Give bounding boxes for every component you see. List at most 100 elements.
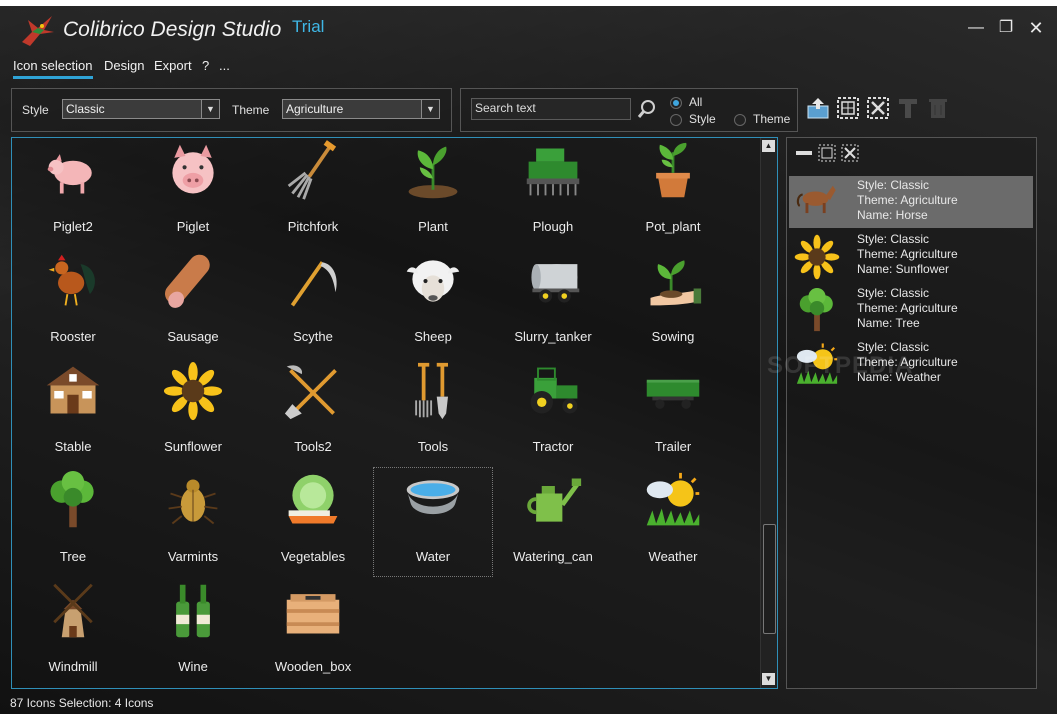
- icon-cell[interactable]: Pot_plant: [614, 138, 732, 246]
- tab-help[interactable]: ?: [202, 58, 209, 73]
- pig-icon: [47, 154, 92, 194]
- icon-cell[interactable]: Scythe: [254, 248, 372, 356]
- icon-cell[interactable]: Windmill: [14, 578, 132, 686]
- plough-icon: [526, 148, 580, 196]
- icon-cell-label: Plough: [532, 219, 574, 234]
- sunflower-icon: [794, 234, 840, 280]
- icon-cell[interactable]: Tractor: [494, 358, 612, 466]
- icon-cell[interactable]: Tools: [374, 358, 492, 466]
- selection-theme: Theme: Agriculture: [857, 247, 958, 261]
- sheep-icon: [406, 260, 460, 302]
- icon-cell[interactable]: Watering_can: [494, 468, 612, 576]
- icon-cell[interactable]: Sheep: [374, 248, 492, 356]
- icon-cell-label: Rooster: [50, 329, 96, 344]
- tab-more[interactable]: ...: [219, 58, 230, 73]
- scope-style-radio[interactable]: [670, 114, 682, 126]
- collapse-icon[interactable]: [795, 144, 813, 162]
- status-bar: 87 Icons Selection: 4 Icons: [10, 696, 154, 710]
- icon-cell-label: Weather: [648, 549, 698, 564]
- icon-cell[interactable]: Wine: [134, 578, 252, 686]
- sunflower-icon: [163, 361, 223, 421]
- scope-theme-radio[interactable]: [734, 114, 746, 126]
- stable-icon: [46, 366, 100, 414]
- icon-cell-label: Varmints: [167, 549, 219, 564]
- windmill-icon: [53, 583, 93, 638]
- icon-cell[interactable]: Varmints: [134, 468, 252, 576]
- icon-cell[interactable]: Water: [373, 467, 493, 577]
- tab-icon-selection[interactable]: Icon selection: [13, 58, 93, 79]
- icon-cell[interactable]: Tools2: [254, 358, 372, 466]
- icon-cell[interactable]: Pitchfork: [254, 138, 372, 246]
- icon-cell[interactable]: Plough: [494, 138, 612, 246]
- icon-cell[interactable]: Stable: [14, 358, 132, 466]
- icon-cell[interactable]: Wooden_box: [254, 578, 372, 686]
- style-select-value: Classic: [66, 102, 105, 116]
- icon-cell-label: Vegetables: [280, 549, 346, 564]
- app-window: Colibrico Design Studio Trial — ❐ ✕ Icon…: [0, 6, 1057, 714]
- theme-select[interactable]: Agriculture ▼: [282, 99, 440, 119]
- icon-cell-label: Tools: [417, 439, 449, 454]
- icon-cell-label: Watering_can: [513, 549, 593, 564]
- icon-cell-label: Scythe: [293, 329, 333, 344]
- selection-item[interactable]: Style: Classic Theme: Agriculture Name: Ho…: [789, 176, 1033, 228]
- scroll-thumb[interactable]: [763, 524, 776, 634]
- icon-cell[interactable]: Piglet2: [14, 138, 132, 246]
- close-button[interactable]: ✕: [1024, 18, 1048, 38]
- selection-theme: Theme: Agriculture: [857, 301, 958, 315]
- tab-export[interactable]: Export: [154, 58, 192, 73]
- deselect-icon[interactable]: [841, 144, 859, 162]
- restore-button[interactable]: ❐: [994, 18, 1018, 38]
- minimize-button[interactable]: —: [964, 18, 988, 38]
- style-select[interactable]: Classic ▼: [62, 99, 220, 119]
- icon-cell-label: Tree: [59, 549, 87, 564]
- search-input[interactable]: Search text: [471, 98, 631, 120]
- grid-scrollbar[interactable]: ▲ ▼: [760, 138, 777, 688]
- icon-cell-label: Windmill: [48, 659, 98, 674]
- icon-cell-label: Tools2: [294, 439, 332, 454]
- icon-cell-label: Wooden_box: [274, 659, 352, 674]
- select-all-icon[interactable]: [818, 144, 836, 162]
- scroll-up-button[interactable]: ▲: [762, 140, 775, 152]
- icon-grid: Piglet2 Piglet Pitchfork Plant Plough Pot_pla…: [11, 137, 778, 689]
- trailer-icon: [646, 379, 700, 409]
- trial-badge: Trial: [292, 17, 325, 36]
- icon-cell[interactable]: Tree: [14, 468, 132, 576]
- icon-cell[interactable]: Sausage: [134, 248, 252, 356]
- icon-cell[interactable]: Slurry_tanker: [494, 248, 612, 356]
- pot-plant-icon: [656, 142, 690, 198]
- horse-icon: [796, 185, 836, 214]
- tab-design[interactable]: Design: [104, 58, 144, 73]
- chevron-down-icon[interactable]: ▼: [201, 100, 219, 118]
- watering-can-icon: [527, 478, 582, 522]
- scope-all-radio[interactable]: [670, 97, 682, 109]
- icon-cell[interactable]: Piglet: [134, 138, 252, 246]
- icon-cell-label: Pot_plant: [645, 219, 701, 234]
- icon-cell[interactable]: Sunflower: [134, 358, 252, 466]
- icon-cell-label: Slurry_tanker: [514, 329, 592, 344]
- icon-cell[interactable]: Sowing: [614, 248, 732, 356]
- search-icon[interactable]: [636, 98, 658, 120]
- sowing-icon: [650, 260, 702, 306]
- icon-cell-label: Wine: [178, 659, 208, 674]
- select-all-icon[interactable]: [836, 96, 860, 120]
- icon-cell-label: Piglet: [176, 219, 210, 234]
- icon-cell[interactable]: Trailer: [614, 358, 732, 466]
- text-icon[interactable]: [896, 96, 920, 120]
- icon-cell[interactable]: Plant: [374, 138, 492, 246]
- deselect-icon[interactable]: [866, 96, 890, 120]
- app-title: Colibrico Design Studio: [63, 18, 282, 41]
- selection-item[interactable]: Style: Classic Theme: Agriculture Name: Su…: [789, 230, 1033, 282]
- watermark: SOFTPEDIA: [767, 352, 914, 379]
- hummingbird-logo-icon: [22, 16, 54, 46]
- beetle-icon: [168, 479, 218, 525]
- icon-cell[interactable]: Rooster: [14, 248, 132, 356]
- export-icon[interactable]: [806, 96, 830, 120]
- delete-icon[interactable]: [926, 96, 950, 120]
- scroll-down-button[interactable]: ▼: [762, 673, 775, 685]
- icon-cell[interactable]: Vegetables: [254, 468, 372, 576]
- icon-cell[interactable]: Weather: [614, 468, 732, 576]
- chevron-down-icon[interactable]: ▼: [421, 100, 439, 118]
- selection-item[interactable]: Style: Classic Theme: Agriculture Name: Tr…: [789, 284, 1033, 336]
- icon-cell-label: Sheep: [414, 329, 452, 344]
- selection-style: Style: Classic: [857, 232, 930, 246]
